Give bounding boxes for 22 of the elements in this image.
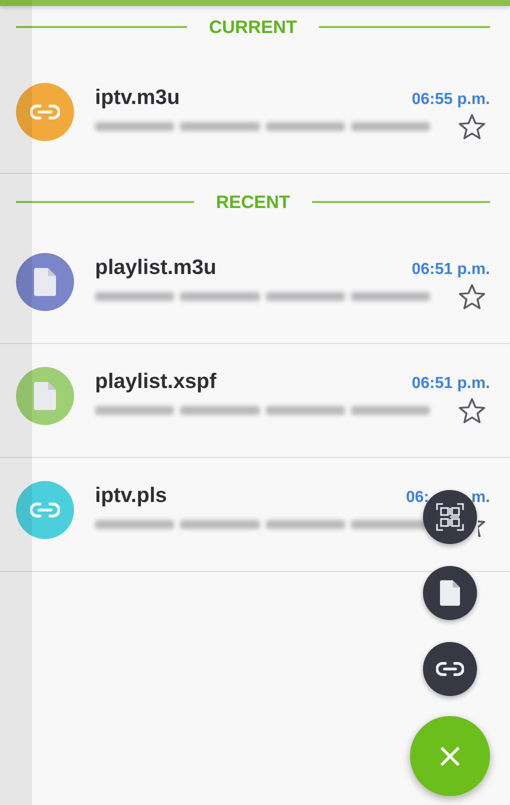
link-icon xyxy=(436,661,464,677)
timestamp: 06:51 p.m. xyxy=(412,374,490,392)
timestamp: 06: xyxy=(406,488,430,506)
file-icon xyxy=(440,580,460,606)
link-button[interactable] xyxy=(423,642,477,696)
playlist-item[interactable]: iptv.m3u 06:55 p.m. xyxy=(0,60,510,174)
playlist-name: iptv.pls xyxy=(95,484,167,508)
file-button[interactable] xyxy=(423,566,477,620)
star-icon[interactable] xyxy=(457,112,487,142)
section-header: CURRENT xyxy=(209,16,297,38)
qr-code-icon xyxy=(436,503,464,531)
playlist-name: iptv.m3u xyxy=(95,86,180,110)
playlist-name: playlist.xspf xyxy=(95,370,216,394)
playlist-item[interactable]: playlist.m3u 06:51 p.m. xyxy=(0,230,510,344)
timestamp: 06:51 p.m. xyxy=(412,260,490,278)
timestamp: 06:55 p.m. xyxy=(412,90,490,108)
timestamp: m. xyxy=(471,488,490,506)
playlist-item[interactable]: playlist.xspf 06:51 p.m. xyxy=(0,344,510,458)
star-icon[interactable] xyxy=(457,396,487,426)
playlist-name: playlist.m3u xyxy=(95,256,216,280)
star-icon[interactable] xyxy=(457,282,487,312)
section-header: RECENT xyxy=(216,192,290,212)
